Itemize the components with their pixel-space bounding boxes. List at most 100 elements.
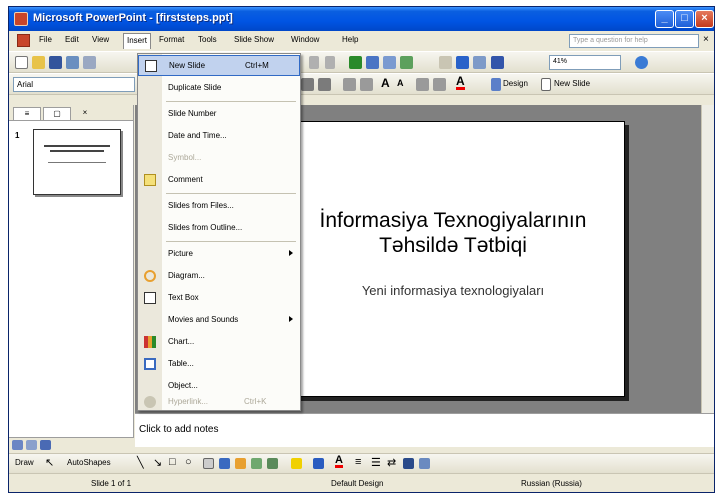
grid-icon[interactable] — [473, 56, 486, 69]
menu-insert[interactable]: Insert — [123, 33, 152, 49]
menu-separator — [166, 241, 296, 242]
menu-file[interactable]: File — [39, 35, 52, 44]
chart-toolbar-icon[interactable] — [349, 56, 362, 69]
menu-format[interactable]: Format — [159, 35, 184, 44]
slide-title[interactable]: İnformasiya Texnogiyalarının Təhsildə Tə… — [282, 208, 624, 258]
shadow-style-icon[interactable] — [403, 458, 414, 469]
tables-borders-icon[interactable] — [383, 56, 396, 69]
font-color-draw-icon[interactable]: A — [335, 455, 343, 468]
menu-item-slides-from-outline[interactable]: Slides from Outline... — [138, 218, 300, 239]
slide-subtitle[interactable]: Yeni informasiya texnologiyaları — [282, 283, 624, 298]
zoom-select[interactable]: 41% — [549, 55, 621, 70]
slide-title-line-2: Təhsildə Tətbiqi — [379, 234, 527, 257]
menu-item-slides-from-files[interactable]: Slides from Files... — [138, 196, 300, 217]
new-document-icon[interactable] — [15, 56, 28, 69]
document-icon[interactable] — [17, 34, 30, 47]
menu-view[interactable]: View — [92, 35, 109, 44]
menu-slide-show[interactable]: Slide Show — [234, 35, 274, 44]
menu-item-table[interactable]: Table... — [138, 354, 300, 375]
standard-toolbar: 41% — [9, 51, 714, 73]
normal-view-icon[interactable] — [12, 440, 23, 450]
align-right-icon[interactable] — [318, 78, 331, 91]
insert-picture-icon[interactable] — [400, 56, 413, 69]
menu-item-slide-number[interactable]: Slide Number — [138, 104, 300, 125]
line-icon[interactable]: ╲ — [137, 456, 144, 469]
dash-style-icon[interactable]: ☰ — [371, 456, 381, 469]
diagram-toolbar-icon[interactable] — [235, 458, 246, 469]
menu-item-diagram[interactable]: Diagram... — [138, 266, 300, 287]
design-icon[interactable] — [491, 78, 501, 91]
decrease-font-icon[interactable]: A — [397, 78, 404, 88]
line-color-icon[interactable] — [313, 458, 324, 469]
save-icon[interactable] — [49, 56, 62, 69]
3d-style-icon[interactable] — [419, 458, 430, 469]
menu-item-new-slide[interactable]: New Slide Ctrl+M — [138, 55, 300, 76]
new-slide-icon[interactable] — [541, 78, 551, 91]
rectangle-icon[interactable]: □ — [169, 456, 176, 468]
help-icon[interactable] — [635, 56, 648, 69]
menu-item-text-box[interactable]: Text Box — [138, 288, 300, 309]
clip-art-icon[interactable] — [251, 458, 262, 469]
open-icon[interactable] — [32, 56, 45, 69]
wordart-icon[interactable] — [219, 458, 230, 469]
menu-item-hyperlink[interactable]: Hyperlink... Ctrl+K — [138, 394, 300, 411]
undo-icon[interactable] — [309, 56, 319, 69]
menu-item-picture[interactable]: Picture — [138, 244, 300, 265]
numbering-icon[interactable] — [343, 78, 356, 91]
help-search-input[interactable]: Type a question for help — [569, 34, 699, 48]
menu-item-symbol[interactable]: Symbol... — [138, 148, 300, 169]
close-document-icon[interactable]: × — [703, 34, 709, 45]
expand-icon[interactable] — [439, 56, 452, 69]
align-center-icon[interactable] — [301, 78, 314, 91]
text-box-toolbar-icon[interactable] — [203, 458, 214, 469]
slide-sorter-icon[interactable] — [26, 440, 37, 450]
menu-separator — [166, 101, 296, 102]
menu-item-label: Diagram... — [168, 271, 205, 280]
table-toolbar-icon[interactable] — [366, 56, 379, 69]
font-color-icon[interactable]: A — [456, 75, 465, 90]
menu-item-movies-sounds[interactable]: Movies and Sounds — [138, 310, 300, 331]
menu-window[interactable]: Window — [291, 35, 319, 44]
menu-help[interactable]: Help — [342, 35, 358, 44]
powerpoint-app-icon[interactable] — [14, 12, 28, 26]
fill-color-icon[interactable] — [291, 458, 302, 469]
menu-edit[interactable]: Edit — [65, 35, 79, 44]
outline-tab[interactable]: ≡ — [13, 107, 41, 120]
vertical-scrollbar[interactable] — [701, 105, 714, 413]
picture-toolbar-icon[interactable] — [267, 458, 278, 469]
show-formatting-icon[interactable] — [456, 56, 469, 69]
design-button[interactable]: Design — [503, 79, 528, 88]
bullets-icon[interactable] — [360, 78, 373, 91]
select-objects-icon[interactable]: ↖ — [45, 456, 54, 469]
oval-icon[interactable]: ○ — [185, 456, 192, 468]
slide[interactable]: İnformasiya Texnogiyalarının Təhsildə Tə… — [281, 121, 625, 397]
font-select[interactable]: Arial — [13, 77, 135, 92]
decrease-indent-icon[interactable] — [416, 78, 429, 91]
notes-pane[interactable]: Click to add notes — [135, 413, 714, 447]
menu-item-comment[interactable]: Comment — [138, 170, 300, 191]
menu-item-date-time[interactable]: Date and Time... — [138, 126, 300, 147]
close-panel-icon[interactable]: × — [77, 107, 93, 120]
new-slide-button[interactable]: New Slide — [554, 79, 590, 88]
slide-thumbnail[interactable] — [33, 129, 121, 195]
increase-indent-icon[interactable] — [433, 78, 446, 91]
arrow-icon[interactable]: ↘ — [153, 456, 162, 469]
slide-show-icon[interactable] — [40, 440, 51, 450]
close-button[interactable]: × — [695, 10, 714, 28]
redo-icon[interactable] — [325, 56, 335, 69]
email-icon[interactable] — [83, 56, 96, 69]
menu-item-duplicate-slide[interactable]: Duplicate Slide — [138, 78, 300, 99]
maximize-button[interactable]: □ — [675, 10, 694, 28]
minimize-button[interactable]: _ — [655, 10, 674, 28]
draw-menu[interactable]: Draw — [15, 458, 34, 467]
line-style-icon[interactable]: ≡ — [355, 456, 361, 468]
permission-icon[interactable] — [66, 56, 79, 69]
arrow-style-icon[interactable]: ⇄ — [387, 456, 396, 469]
menu-item-chart[interactable]: Chart... — [138, 332, 300, 353]
color-grayscale-icon[interactable] — [491, 56, 504, 69]
menu-tools[interactable]: Tools — [198, 35, 217, 44]
title-bar: Microsoft PowerPoint - [firststeps.ppt] … — [9, 7, 714, 31]
increase-font-icon[interactable]: A — [381, 76, 390, 90]
slides-tab[interactable]: ▢ — [43, 107, 71, 120]
autoshapes-menu[interactable]: AutoShapes — [67, 458, 111, 467]
